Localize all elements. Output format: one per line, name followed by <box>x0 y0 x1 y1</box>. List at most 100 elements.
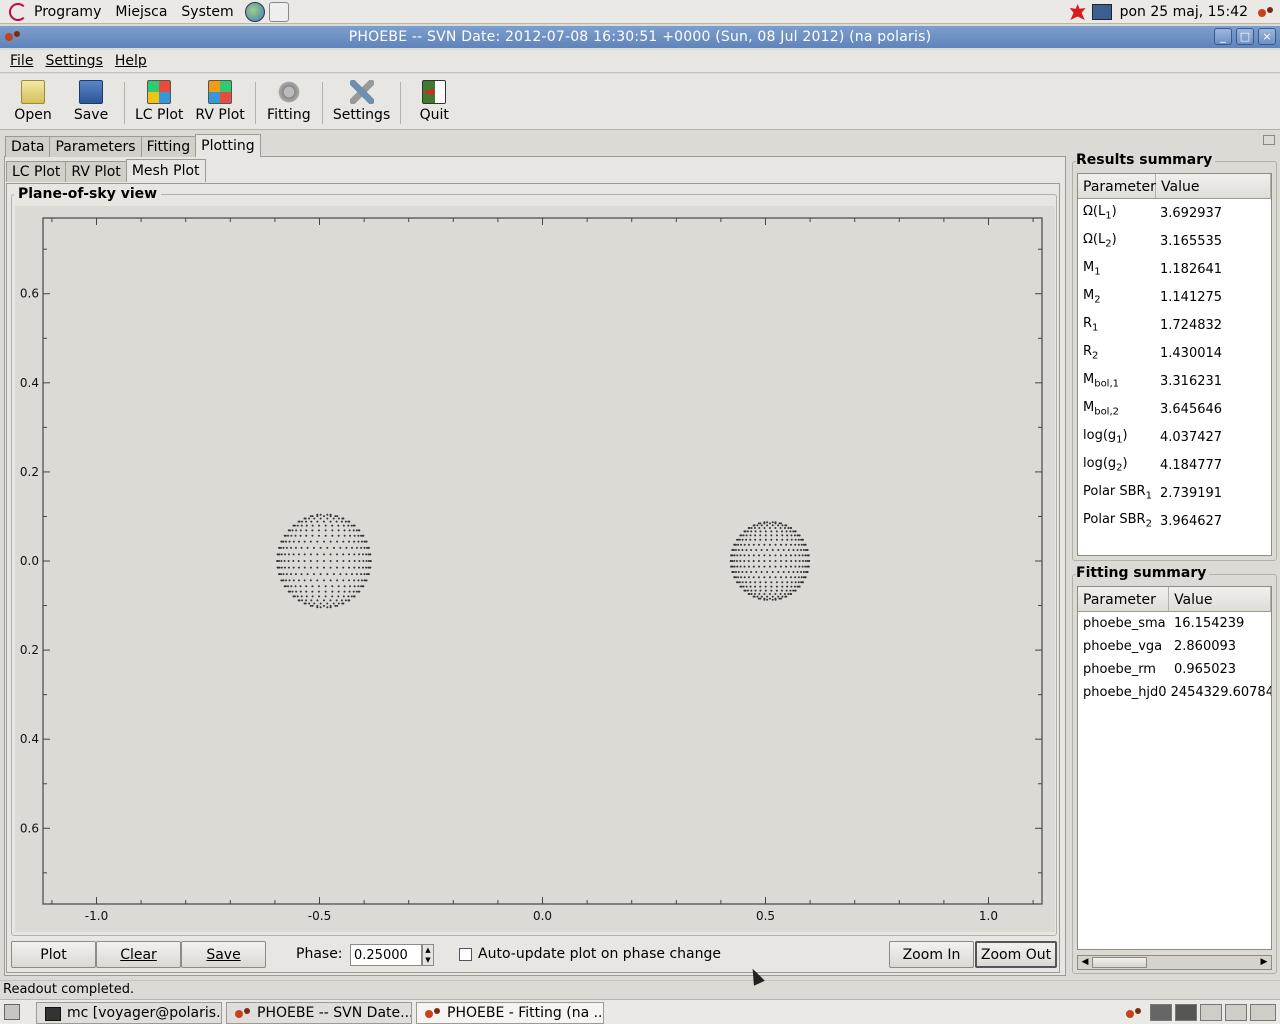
value-cell: 1.141275 <box>1160 289 1223 305</box>
mesh-point <box>760 548 763 551</box>
mesh-point <box>285 579 288 582</box>
table-row[interactable]: M2 1.141275 <box>1078 283 1271 311</box>
mesh-point <box>282 573 285 576</box>
mesh-point <box>736 581 739 584</box>
workspace-4[interactable] <box>1225 1004 1247 1021</box>
menu-places[interactable]: Miejsca <box>115 4 167 20</box>
phoebe-tray-icon[interactable] <box>1126 1007 1142 1019</box>
network-icon[interactable] <box>1091 4 1112 20</box>
column-header-value[interactable]: Value <box>1156 174 1271 198</box>
column-header-parameter[interactable]: Parameter <box>1078 587 1170 611</box>
table-row[interactable]: Ω(L2) 3.165535 <box>1078 227 1271 255</box>
workspace-3[interactable] <box>1200 1004 1222 1021</box>
maximize-button[interactable]: □ <box>1236 28 1254 45</box>
mesh-point <box>800 581 803 584</box>
menu-settings[interactable]: Settings <box>45 53 102 69</box>
task-phoebe-main[interactable]: PHOEBE -- SVN Date... <box>226 1002 412 1024</box>
save-plot-button[interactable]: Save <box>181 941 266 968</box>
plot-button[interactable]: Plot <box>11 941 96 968</box>
save-button[interactable]: Save <box>62 74 120 123</box>
table-row[interactable]: Polar SBR1 2.739191 <box>1078 479 1271 507</box>
table-row[interactable]: Ω(L1) 3.692937 <box>1078 199 1271 227</box>
tab-rv-plot[interactable]: RV Plot <box>65 161 127 182</box>
zoom-in-button[interactable]: Zoom In <box>889 941 974 968</box>
rv-plot-button[interactable]: RV Plot <box>189 74 250 123</box>
window-app-icon[interactable] <box>5 30 21 42</box>
menu-system[interactable]: System <box>181 4 233 20</box>
tools-icon <box>349 80 374 104</box>
scrollbar-thumb[interactable] <box>1092 957 1147 968</box>
table-row[interactable]: Polar SBR2 3.964627 <box>1078 507 1271 535</box>
mesh-plot-area[interactable]: -1.0 -0.5 0.0 0.5 1.0 0.6 0.4 0.2 0.0 0.2 0.4 0.6 <box>15 206 1055 932</box>
update-notification-icon[interactable] <box>1069 4 1086 20</box>
mesh-point <box>789 565 792 568</box>
menu-applications[interactable]: Programy <box>34 4 101 20</box>
auto-update-label[interactable]: Auto-update plot on phase change <box>478 946 721 962</box>
table-row[interactable]: Mbol,2 3.645646 <box>1078 395 1271 423</box>
open-button[interactable]: Open <box>4 74 62 123</box>
mesh-point <box>353 534 356 537</box>
mesh-point <box>348 590 351 593</box>
detach-panel-icon[interactable] <box>1263 135 1275 145</box>
scroll-right-icon[interactable]: ▶ <box>1258 957 1270 967</box>
task-phoebe-fitting[interactable]: PHOEBE - Fitting (na ... <box>416 1002 604 1024</box>
settings-button[interactable]: Settings <box>327 74 396 123</box>
table-row[interactable]: log(g2) 4.184777 <box>1078 451 1271 479</box>
menu-help[interactable]: Help <box>115 53 147 69</box>
close-button[interactable]: × <box>1258 28 1276 45</box>
workspace-1[interactable] <box>1150 1004 1172 1021</box>
table-row[interactable]: R1 1.724832 <box>1078 311 1271 339</box>
tab-parameters[interactable]: Parameters <box>49 136 142 157</box>
table-row[interactable]: phoebe_hjd0 2454329.60784 <box>1078 681 1271 704</box>
debian-logo-icon[interactable] <box>9 2 27 21</box>
table-row[interactable]: phoebe_rm 0.965023 <box>1078 658 1271 681</box>
mesh-point <box>287 585 290 588</box>
clock[interactable]: pon 25 maj, 15:42 <box>1120 4 1248 20</box>
tab-lc-plot[interactable]: LC Plot <box>6 161 67 182</box>
auto-update-checkbox[interactable] <box>459 948 472 961</box>
table-row[interactable]: R2 1.430014 <box>1078 339 1271 367</box>
fitting-button[interactable]: Fitting <box>260 74 318 123</box>
phase-input[interactable] <box>350 944 422 966</box>
lc-plot-button[interactable]: LC Plot <box>129 74 189 123</box>
mesh-point <box>752 560 755 562</box>
fitting-summary-hscrollbar[interactable]: ◀ ▶ <box>1077 955 1272 970</box>
web-browser-icon[interactable] <box>244 1 265 22</box>
minimize-button[interactable]: _ <box>1214 28 1232 45</box>
show-desktop-icon[interactable] <box>4 1004 20 1020</box>
mesh-point <box>759 581 762 584</box>
mesh-point <box>792 571 795 574</box>
column-header-parameter[interactable]: Parameter <box>1078 174 1156 198</box>
table-row[interactable]: log(g1) 4.037427 <box>1078 423 1271 451</box>
workspace-5[interactable] <box>1250 1004 1276 1021</box>
clear-button[interactable]: Clear <box>96 941 181 968</box>
mesh-point <box>339 573 342 576</box>
results-summary-table[interactable]: Parameter Value Ω(L1) 3.692937 Ω(L2) 3.1655… <box>1077 173 1272 556</box>
mesh-point <box>332 573 335 576</box>
window-titlebar[interactable]: PHOEBE -- SVN Date: 2012-07-08 16:30:51 … <box>0 26 1280 48</box>
zoom-out-button[interactable]: Zoom Out <box>975 941 1057 968</box>
phase-spinner[interactable]: ▲ ▼ <box>422 944 434 966</box>
phoebe-tray-icon[interactable] <box>1258 6 1274 18</box>
table-row[interactable]: Mbol,1 3.316231 <box>1078 367 1271 395</box>
tab-mesh-plot[interactable]: Mesh Plot <box>125 159 206 182</box>
tab-plotting[interactable]: Plotting <box>195 134 261 157</box>
scroll-left-icon[interactable]: ◀ <box>1079 957 1091 967</box>
tab-fitting[interactable]: Fitting <box>140 136 197 157</box>
quit-button[interactable]: Quit <box>405 74 463 123</box>
mesh-plot-svg[interactable]: -1.0 -0.5 0.0 0.5 1.0 0.6 0.4 0.2 0.0 0.2 0.4 0.6 <box>15 206 1055 932</box>
table-row[interactable]: M1 1.182641 <box>1078 255 1271 283</box>
table-row[interactable]: phoebe_sma 16.154239 <box>1078 612 1271 635</box>
mail-client-icon[interactable] <box>268 1 289 22</box>
column-header-value[interactable]: Value <box>1169 587 1271 611</box>
table-row[interactable]: phoebe_vga 2.860093 <box>1078 635 1271 658</box>
menu-file[interactable]: File <box>10 53 33 69</box>
mesh-point <box>357 534 360 537</box>
parameter-subscript: 2 <box>1094 294 1101 306</box>
task-mc-terminal[interactable]: mc [voyager@polaris... <box>36 1002 222 1024</box>
tab-data[interactable]: Data <box>5 136 51 157</box>
mesh-point <box>329 606 332 609</box>
fitting-summary-table[interactable]: Parameter Value phoebe_sma 16.154239 phoeb… <box>1077 586 1272 950</box>
workspace-2[interactable] <box>1175 1004 1197 1021</box>
mesh-point <box>336 560 339 562</box>
